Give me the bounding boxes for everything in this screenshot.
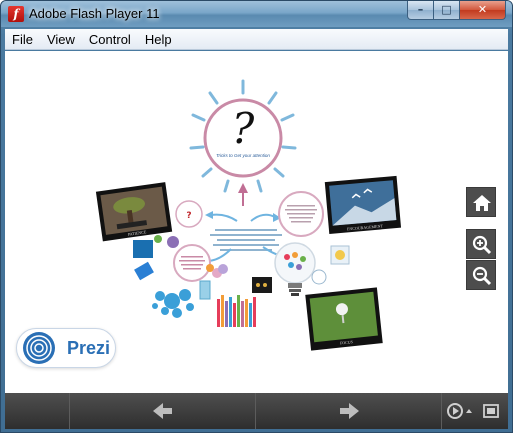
birds-picture[interactable]: ENCOURAGEMENT: [324, 175, 402, 234]
center-caption: Tricks to Get your attention: [216, 153, 270, 158]
bar-divider: [255, 393, 256, 429]
home-icon: [473, 195, 491, 211]
golden-dot: [263, 283, 267, 287]
zoom-out-button[interactable]: [466, 260, 496, 290]
next-step-button[interactable]: [337, 401, 361, 421]
zoom-out-icon: [472, 266, 492, 286]
golden-dots-icon: [252, 277, 272, 293]
menu-file[interactable]: File: [5, 30, 40, 49]
bar-divider: [441, 393, 442, 429]
autoplay-icon: [447, 403, 472, 419]
home-button[interactable]: [466, 187, 496, 217]
title-bar[interactable]: f Adobe Flash Player 11 – □ ✕: [1, 1, 512, 27]
arrow-right-icon: [340, 403, 359, 419]
playback-bar: [5, 393, 508, 429]
zoom-in-button[interactable]: [466, 229, 496, 259]
flash-app-icon: f: [8, 6, 24, 22]
window-title: Adobe Flash Player 11: [29, 6, 160, 21]
blue-square-icon: [133, 240, 153, 258]
up-arrow: [238, 183, 248, 206]
arrow-left-icon: [153, 403, 172, 419]
prezi-logo[interactable]: Prezi: [16, 328, 116, 368]
lightbulb-graphic: [274, 242, 316, 296]
prezi-canvas[interactable]: ? Tricks to Get your attention PATIENCE …: [5, 51, 508, 393]
menu-help[interactable]: Help: [138, 30, 179, 49]
green-dot-icon: [154, 235, 162, 243]
window-controls: – □ ✕: [407, 1, 506, 20]
purple-badge-icon: [167, 236, 179, 248]
bonsai-picture[interactable]: PATIENCE: [95, 182, 173, 242]
prev-step-button[interactable]: [151, 401, 175, 421]
minimize-button[interactable]: –: [407, 1, 434, 20]
prezi-logo-text: Prezi: [67, 338, 111, 358]
colorful-bars-graphic: [217, 295, 256, 327]
menu-bar: File View Control Help: [5, 29, 508, 50]
close-button[interactable]: ✕: [460, 1, 506, 20]
center-text-block: [210, 229, 282, 251]
smiley-face: [335, 250, 345, 260]
autoplay-button[interactable]: [445, 400, 473, 422]
menu-view[interactable]: View: [40, 30, 82, 49]
bar-divider: [69, 393, 70, 429]
menu-control[interactable]: Control: [82, 30, 138, 49]
small-right-circle: [311, 269, 327, 285]
fullscreen-button[interactable]: [481, 402, 501, 420]
prezi-logo-icon: [23, 332, 55, 364]
center-question-mark: ?: [232, 104, 255, 153]
fullscreen-icon: [483, 404, 499, 418]
question-circle-mark: ?: [186, 211, 191, 221]
zoom-in-icon: [472, 235, 492, 255]
golden-dot: [256, 283, 260, 287]
flash-player-window: f Adobe Flash Player 11 – □ ✕ File View …: [0, 0, 513, 433]
lilac-dot-icon: [218, 264, 228, 274]
beaker-icon: [199, 280, 211, 300]
rocket-icon: [134, 261, 154, 281]
golf-picture[interactable]: FOCUS: [305, 287, 383, 351]
maximize-button[interactable]: □: [434, 1, 460, 20]
molecule-cluster: [152, 289, 194, 318]
left-mid-circle[interactable]: [173, 244, 211, 282]
